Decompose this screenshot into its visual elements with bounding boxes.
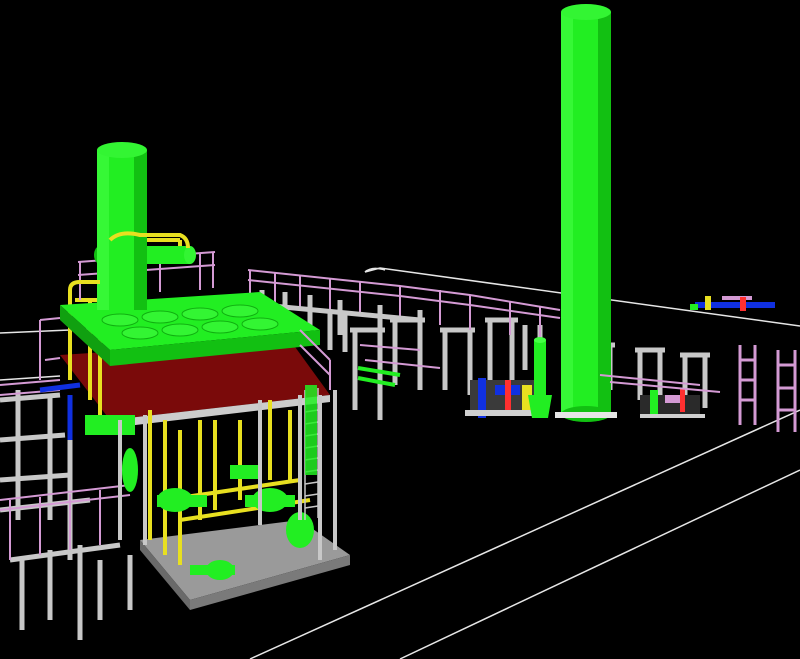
pipe-rack-right <box>738 345 797 432</box>
plant-model-canvas[interactable] <box>0 0 800 659</box>
knockout-vessel <box>528 337 552 418</box>
main-unit-blue-piping <box>39 382 81 440</box>
ladder-green <box>305 385 317 475</box>
3d-model-viewport[interactable] <box>0 0 800 659</box>
process-column-left <box>97 142 147 310</box>
distant-equipment-group <box>690 296 775 311</box>
tall-stack <box>555 4 617 422</box>
pump-skid-right <box>640 388 705 418</box>
